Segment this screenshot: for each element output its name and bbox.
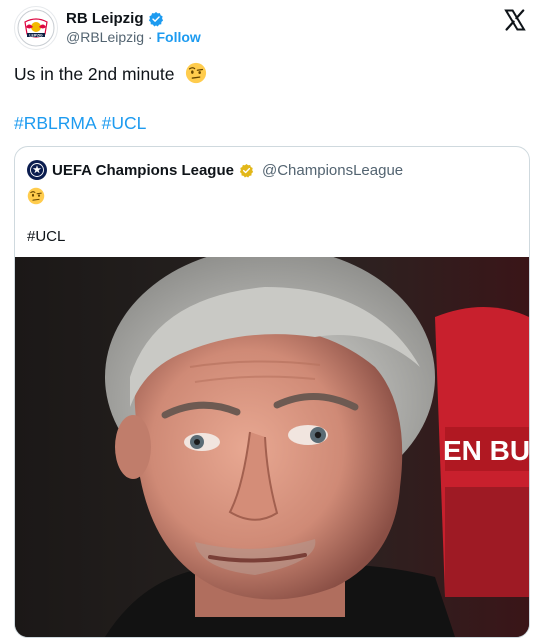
champions-league-avatar[interactable] [27,160,47,180]
raised-eyebrow-emoji-icon [186,62,207,84]
seat-text: EN BULL [443,435,529,466]
starball-icon [30,163,44,177]
verified-badge-icon [148,11,163,26]
author-handle[interactable]: @RBLeipzig [66,29,144,45]
author-name-row: RB Leipzig [66,10,164,27]
tweet-hashtags: #RBLRMA #UCL [14,113,151,134]
quoted-author-name[interactable]: UEFA Champions League [52,162,234,179]
author-handle-row: @RBLeipzig · Follow [66,29,201,45]
portrait-photo: EN BULL [15,247,529,637]
hashtag-link[interactable]: #UCL [102,113,147,133]
quoted-hashtag[interactable]: #UCL [27,228,65,245]
follow-button[interactable]: Follow [156,29,200,45]
rb-leipzig-logo-icon: LEIPZIG [17,9,55,47]
rb-leipzig-avatar[interactable]: LEIPZIG [14,6,58,50]
hashtag-link[interactable]: #RBLRMA [14,113,97,133]
quoted-tweet-card[interactable]: UEFA Champions League @ChampionsLeague #… [14,146,530,638]
raised-eyebrow-emoji-icon [27,187,45,205]
tweet-header: LEIPZIG RB Leipzig @RBLeipzig · Follow [14,6,531,50]
quoted-author-row: UEFA Champions League @ChampionsLeague [27,160,403,180]
author-name[interactable]: RB Leipzig [66,10,144,27]
avatar-text: LEIPZIG [29,33,43,37]
tweet-text-content: Us in the 2nd minute [14,64,175,84]
gold-verified-badge-icon [239,163,254,177]
tweet-text: Us in the 2nd minute [14,62,207,86]
x-logo-icon[interactable] [503,8,527,32]
quoted-emoji [27,187,45,205]
quoted-author-handle[interactable]: @ChampionsLeague [262,162,403,179]
quoted-media-image[interactable]: EN BULL [15,247,529,637]
separator-dot: · [147,29,153,45]
